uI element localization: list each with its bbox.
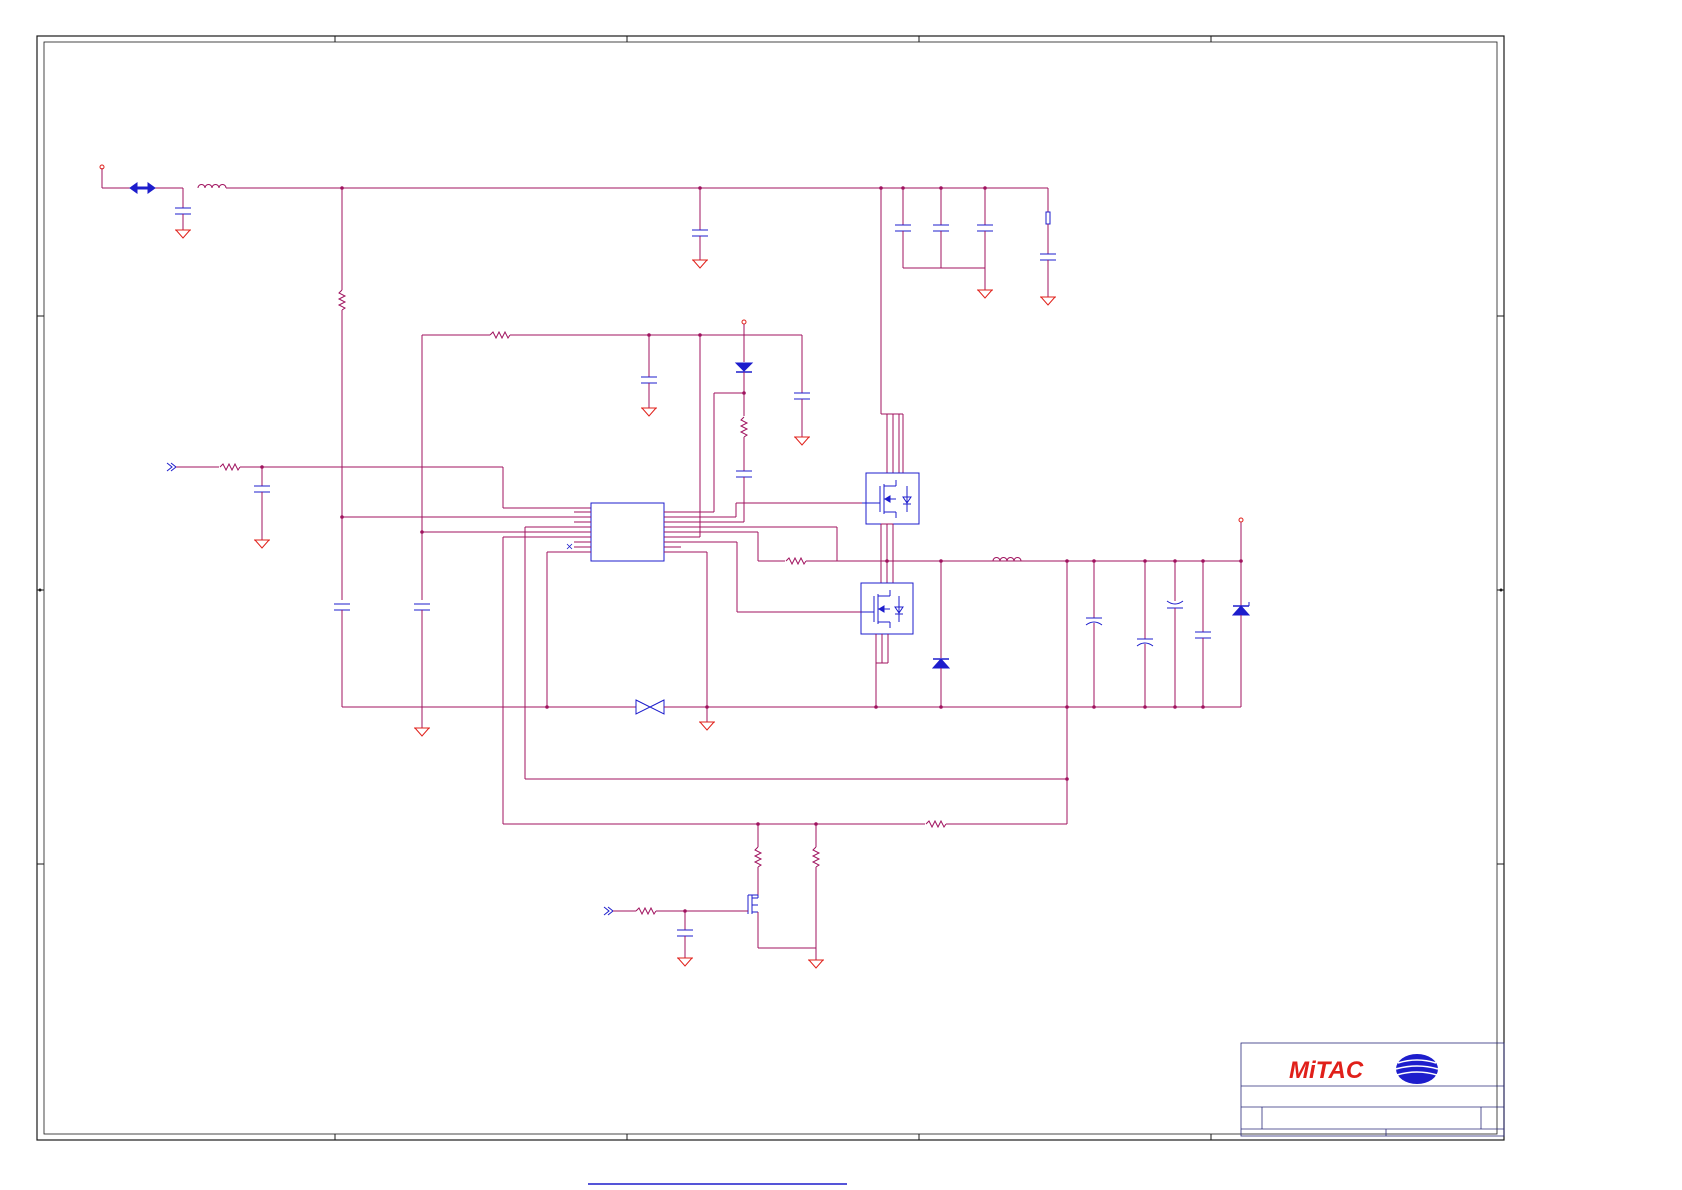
freewheel-diode (931, 561, 951, 707)
voltage-select-circuit (603, 824, 825, 969)
company-logo-text: MiTAC (1289, 1057, 1364, 1084)
input-cap-bank (894, 188, 994, 299)
input-rail (99, 164, 1057, 306)
input-inductor (197, 184, 227, 189)
high-side-mosfet (862, 188, 920, 561)
ic-left-nets (342, 516, 574, 824)
low-side-mosfet (860, 561, 914, 707)
schottky-diode-icon (931, 658, 951, 669)
title-block: MiTAC (1240, 1042, 1505, 1137)
input-cap (174, 188, 192, 239)
ic-right-nets (681, 502, 869, 717)
enable-input (166, 462, 591, 549)
snubber-rc (1039, 188, 1057, 306)
feedback-loops (503, 561, 1069, 828)
switch-node (837, 517, 1244, 606)
zone-ticks (37, 36, 1504, 1140)
offpage-connector-icon (166, 462, 177, 472)
boot-diode-icon (734, 362, 754, 373)
bulk-cap-700 (691, 188, 709, 269)
net-tie-icon (635, 699, 665, 715)
sense-divider (333, 188, 351, 707)
drawing-frame (36, 35, 1505, 1141)
company-logo: MiTAC (1289, 1054, 1439, 1084)
ground-return-bus (342, 699, 1241, 731)
output-cap-bank (1085, 561, 1251, 707)
offpage-connector-icon (603, 906, 614, 916)
bootstrap-circuit (713, 319, 754, 519)
select-mosfet-icon (747, 894, 759, 914)
comp-network (413, 331, 811, 737)
mitac-globe-icon (1395, 1054, 1439, 1084)
schematic-sheet: MiTAC (36, 35, 1505, 1185)
output-inductor (992, 557, 1022, 562)
ic-right-pins (664, 511, 681, 553)
bidirectional-arrow-icon (129, 182, 156, 194)
controller-ic (566, 502, 681, 562)
